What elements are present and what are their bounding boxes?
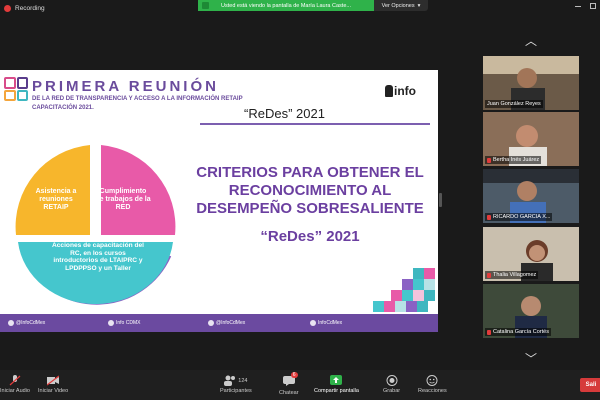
participant-name: Catalina García Cortés xyxy=(485,328,551,336)
slide-tagline: “ReDes” 2021 xyxy=(244,106,325,121)
slide-header: PRIMERA REUNIÓN DE LA RED DE TRANSPARENC… xyxy=(0,70,438,128)
participants-button-label: Participantes xyxy=(220,388,252,394)
audio-button[interactable]: Iniciar Audio xyxy=(0,375,30,394)
participant-name-label: Thalia Villagomez xyxy=(493,272,537,278)
smiley-icon xyxy=(426,375,438,386)
criteria-year: “ReDes” 2021 xyxy=(260,228,360,245)
meeting-toolbar xyxy=(0,370,600,400)
participant-name: Thalia Villagomez xyxy=(485,271,539,279)
recording-label: Recording xyxy=(15,5,45,12)
shield-icon xyxy=(202,2,209,9)
cycle-label-compliance: Cumplimiento de trabajos de la RED xyxy=(95,188,151,212)
criteria-headline: CRITERIOS PARA OBTENER EL RECONOCIMIENTO… xyxy=(190,164,430,218)
footer-twitter-label: @InfoCdMex xyxy=(16,320,46,326)
participants-button[interactable]: 124 Participantes xyxy=(220,375,252,394)
slide-subtitle: DE LA RED DE TRANSPARENCIA Y ACCESO A LA… xyxy=(32,96,243,102)
footer-facebook: Info CDMX xyxy=(108,320,140,326)
muted-mic-icon xyxy=(487,157,491,163)
share-screen-button[interactable]: Compartir pantalla xyxy=(314,375,359,394)
footer-facebook-label: Info CDMX xyxy=(116,320,141,326)
reactions-button-label: Reacciones xyxy=(418,388,447,394)
minimize-icon[interactable] xyxy=(575,3,581,7)
record-dot-icon xyxy=(4,5,11,12)
panel-resize-handle[interactable] xyxy=(439,193,442,207)
muted-mic-icon xyxy=(487,272,491,278)
chevron-down-icon: ▾ xyxy=(417,2,421,9)
view-options-button[interactable]: Ver Opciones ▾ xyxy=(374,0,428,11)
shared-slide: PRIMERA REUNIÓN DE LA RED DE TRANSPARENC… xyxy=(0,70,438,332)
chat-unread-badge: 6 xyxy=(290,372,298,378)
info-logo-mark-icon xyxy=(385,85,393,97)
criteria-headline-line: CRITERIOS PARA OBTENER EL xyxy=(196,164,424,181)
record-button[interactable]: Grabar xyxy=(383,375,400,394)
participant-tile[interactable]: RICARDO GARCIA X... xyxy=(483,169,579,223)
screen-share-banner: Usted está viendo la pantalla de María L… xyxy=(198,0,374,11)
share-screen-icon xyxy=(330,375,343,385)
slide-footer: @InfoCdMex Info CDMX @InfoCdMex InfoCdMe… xyxy=(0,314,438,332)
chat-button[interactable]: 6 Chatear xyxy=(279,372,299,396)
decorative-mosaic xyxy=(373,268,435,314)
participant-name: RICARDO GARCIA X... xyxy=(485,213,553,221)
leave-meeting-button[interactable]: Sali xyxy=(580,378,600,392)
participant-tile[interactable]: Catalina García Cortés xyxy=(483,284,579,338)
participant-tile[interactable]: Thalia Villagomez xyxy=(483,227,579,281)
participant-name-label: Bertha Inés Juárez xyxy=(493,157,540,163)
view-options-label: Ver Opciones xyxy=(381,2,415,9)
participant-name-label: Juan González Reyes xyxy=(487,101,541,107)
criteria-headline-line: DESEMPEÑO SOBRESALIENTE xyxy=(196,200,424,217)
scroll-down-button[interactable]: ﹀ xyxy=(521,351,541,366)
video-camera-icon xyxy=(47,375,60,386)
audio-button-label: Iniciar Audio xyxy=(0,388,30,394)
participant-name: Bertha Inés Juárez xyxy=(485,156,542,164)
footer-twitter: @InfoCdMex xyxy=(8,320,45,326)
record-button-label: Grabar xyxy=(383,388,401,394)
slide-subtitle-2: CAPACITACIÓN 2021. xyxy=(32,105,94,111)
criteria-cycle-diagram xyxy=(10,142,181,313)
chevron-down-icon: ﹀ xyxy=(524,351,537,366)
info-logo: info xyxy=(385,84,416,98)
participant-name-label: RICARDO GARCIA X... xyxy=(493,214,551,220)
microphone-icon xyxy=(9,375,21,386)
cycle-label-training: Acciones de capacitación del RC, en los … xyxy=(52,242,144,272)
criteria-headline-line: RECONOCIMIENTO AL xyxy=(228,182,392,199)
muted-mic-icon xyxy=(487,214,491,220)
youtube-icon xyxy=(310,320,316,326)
zoom-window: Recording Usted está viendo la pantalla … xyxy=(0,0,600,400)
participant-name-label: Catalina García Cortés xyxy=(493,329,549,335)
participants-icon xyxy=(224,375,236,386)
screen-share-text: Usted está viendo la pantalla de María L… xyxy=(221,2,351,9)
participant-tile[interactable]: Bertha Inés Juárez xyxy=(483,112,579,166)
participant-name: Juan González Reyes xyxy=(485,100,543,108)
chat-button-label: Chatear xyxy=(279,390,299,396)
instagram-icon xyxy=(208,320,214,326)
muted-mic-icon xyxy=(487,329,491,335)
footer-instagram: @InfoCdMex xyxy=(208,320,245,326)
video-button[interactable]: Iniciar Video xyxy=(38,375,68,394)
slide-title: PRIMERA REUNIÓN xyxy=(32,78,219,95)
header-divider xyxy=(200,123,430,125)
twitter-icon xyxy=(8,320,14,326)
record-icon xyxy=(386,375,398,386)
info-logo-text: info xyxy=(394,84,416,98)
scroll-up-button[interactable]: ︿ xyxy=(521,33,541,48)
participants-count: 124 xyxy=(238,377,248,384)
retaip-logo xyxy=(4,77,28,101)
participant-tile[interactable]: Juan González Reyes xyxy=(483,56,579,110)
window-controls xyxy=(575,3,596,9)
video-button-label: Iniciar Video xyxy=(38,388,69,394)
footer-youtube: InfoCdMex xyxy=(310,320,342,326)
maximize-icon[interactable] xyxy=(590,3,596,9)
recording-indicator[interactable]: Recording xyxy=(4,5,45,12)
footer-instagram-label: @InfoCdMex xyxy=(216,320,246,326)
facebook-icon xyxy=(108,320,114,326)
reactions-button[interactable]: Reacciones xyxy=(418,375,447,394)
footer-youtube-label: InfoCdMex xyxy=(318,320,343,326)
chevron-up-icon: ︿ xyxy=(524,33,537,48)
share-screen-button-label: Compartir pantalla xyxy=(314,388,359,394)
cycle-label-attendance: Asistencia a reuniones RETAIP xyxy=(35,188,77,212)
